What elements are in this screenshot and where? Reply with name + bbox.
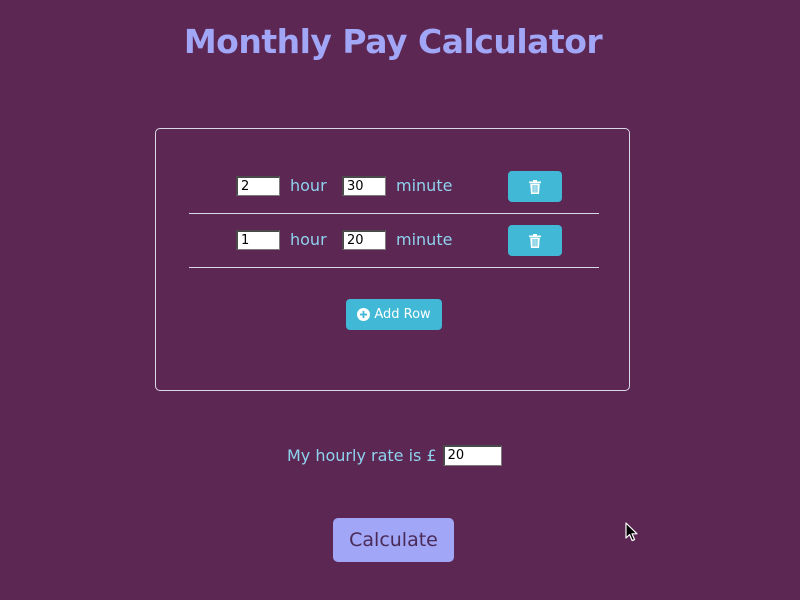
minute-label: minute [396, 176, 453, 195]
calculate-button[interactable]: Calculate [333, 518, 454, 562]
plus-circle-icon [357, 308, 371, 321]
hourly-rate-row: My hourly rate is £ [287, 444, 502, 466]
add-row-label: Add Row [374, 307, 431, 322]
page-title: Monthly Pay Calculator [183, 22, 603, 61]
hourly-rate-input[interactable] [442, 444, 502, 466]
hour-label: hour [290, 176, 327, 195]
delete-row-button[interactable] [508, 225, 562, 256]
hours-input[interactable] [236, 176, 280, 196]
mouse-cursor-icon [625, 522, 639, 542]
page: Monthly Pay Calculator hour minute [0, 0, 800, 600]
minutes-input[interactable] [342, 176, 386, 196]
hours-input[interactable] [236, 230, 280, 250]
delete-row-button[interactable] [508, 171, 562, 202]
hour-label: hour [290, 230, 327, 249]
time-entries-panel: hour minute hour m [155, 128, 630, 391]
trash-icon [529, 179, 541, 194]
trash-icon [529, 233, 541, 248]
time-entry-row: hour minute [189, 160, 599, 214]
time-entry-row: hour minute [189, 214, 599, 268]
minute-label: minute [396, 230, 453, 249]
minutes-input[interactable] [342, 230, 386, 250]
add-row-button[interactable]: Add Row [346, 299, 442, 330]
hourly-rate-label: My hourly rate is £ [287, 445, 437, 465]
